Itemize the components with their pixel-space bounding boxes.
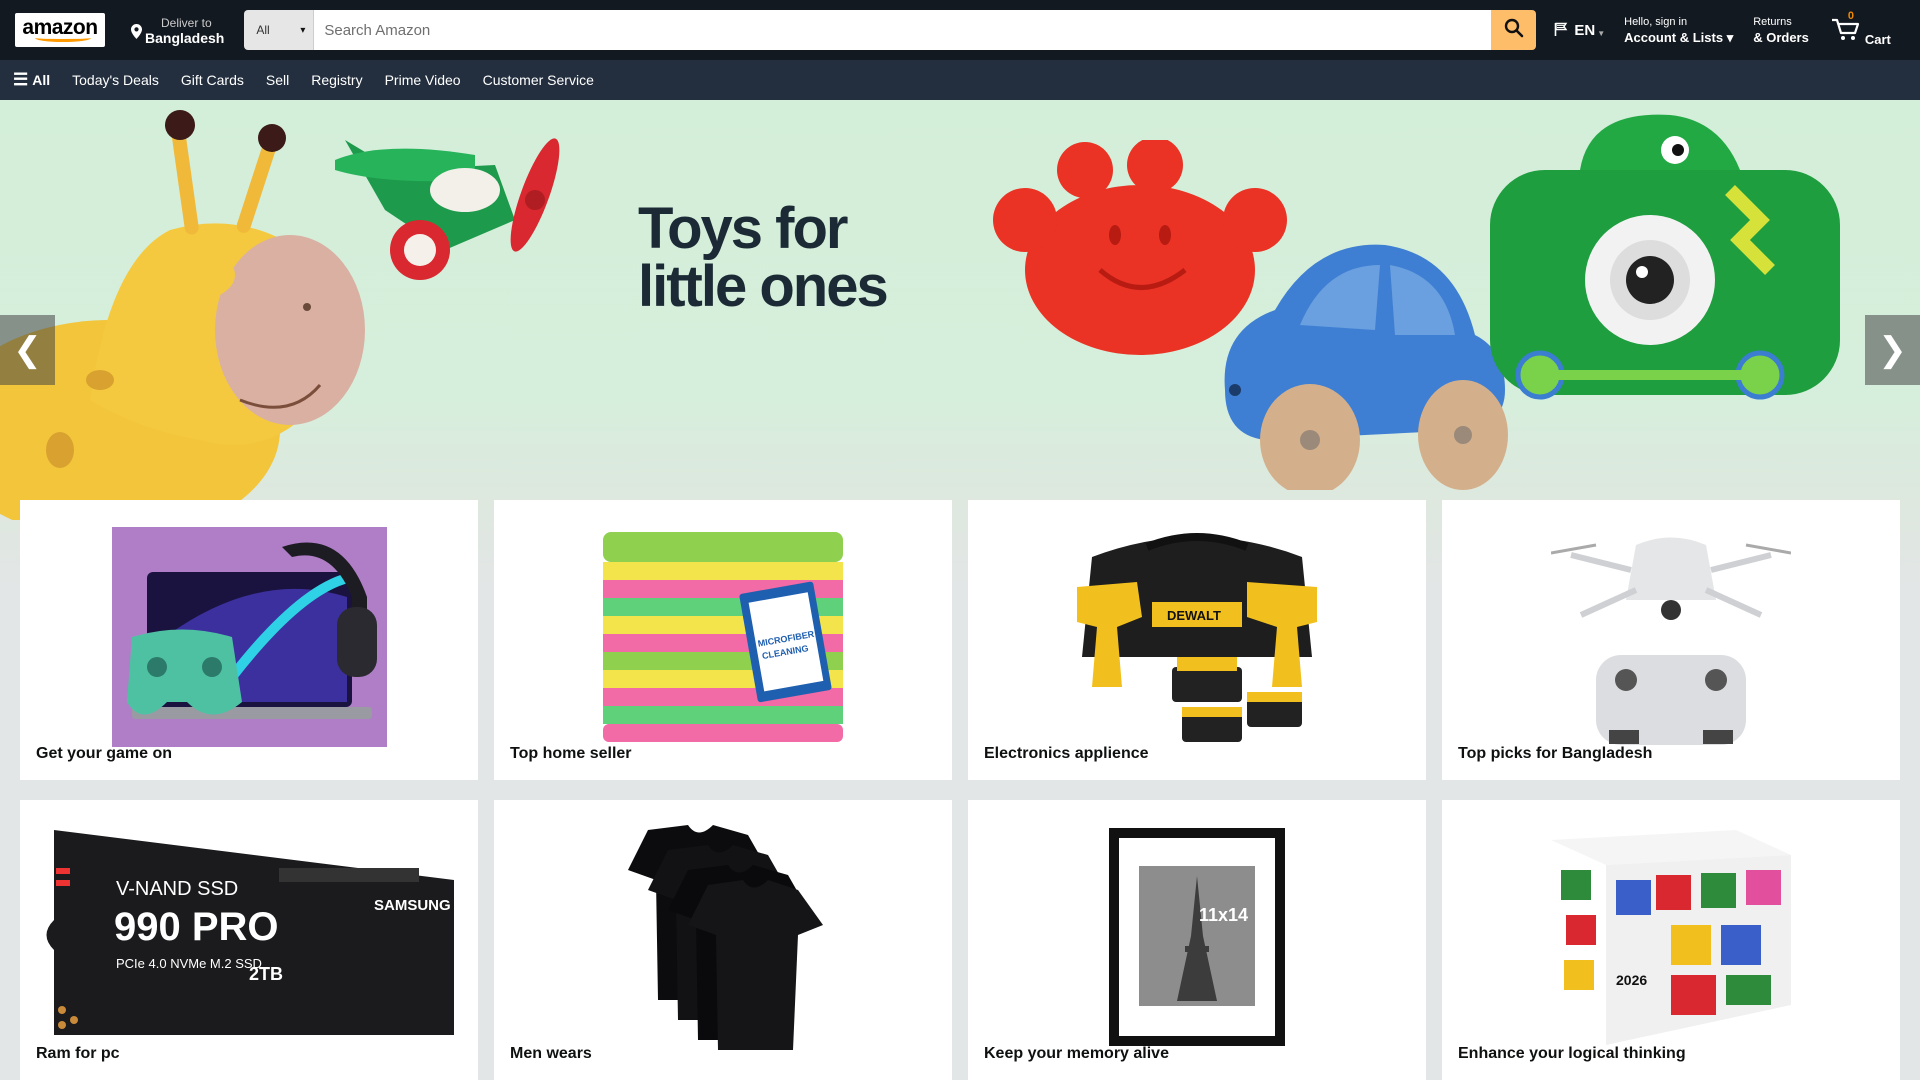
nav-link-prime-video[interactable]: Prime Video	[385, 72, 461, 88]
caret-down-icon: ▼	[1597, 28, 1606, 38]
power-drill-image[interactable]: DEWALT	[968, 527, 1426, 747]
location-pin-icon	[131, 24, 142, 43]
top-header: amazon Deliver to Bangladesh All ▾ EN ▼	[0, 0, 1920, 60]
ssd-image[interactable]: V-NAND SSD 990 PRO PCIe 4.0 NVMe M.2 SSD…	[20, 830, 478, 1040]
cart-label: Cart	[1864, 32, 1891, 47]
orders-label: & Orders	[1753, 29, 1809, 45]
search-category-select[interactable]: All ▾	[244, 10, 315, 50]
sticker-box-image[interactable]: 2026	[1442, 825, 1900, 1050]
flag-icon	[1554, 22, 1568, 39]
dino-camera-toy-image	[1490, 114, 1840, 400]
car-toy-image	[1224, 244, 1508, 490]
card-men-wears[interactable]: Men wears	[494, 800, 952, 1080]
deliver-to-label: Deliver to	[161, 16, 212, 30]
hero-title-line2: little ones	[638, 254, 889, 319]
returns-orders[interactable]: Returns & Orders	[1753, 15, 1809, 46]
hero-title-line1: Toys for	[638, 196, 848, 261]
search-bar: All ▾	[244, 10, 1537, 50]
language-selector[interactable]: EN ▼	[1554, 13, 1605, 47]
tshirts-image[interactable]	[494, 825, 952, 1050]
drone-image[interactable]	[1442, 525, 1900, 750]
amazon-logo[interactable]: amazon	[15, 13, 105, 47]
nav-link-customer-service[interactable]: Customer Service	[483, 72, 594, 88]
frame-size-label: 11x14	[1199, 905, 1248, 925]
ssd-label-model: 990 PRO	[114, 905, 279, 949]
ssd-label-vnand: V-NAND SSD	[116, 878, 238, 900]
card-title[interactable]: Top picks for Bangladesh	[1458, 745, 1652, 763]
search-category-value: All	[256, 23, 270, 37]
cart-button[interactable]: 0 Cart	[1831, 10, 1891, 48]
hamburger-icon: ☰	[13, 70, 29, 89]
carousel-prev-button[interactable]: ❮	[0, 315, 55, 385]
card-enhance-your-logical-thinking[interactable]: 2026 Enhance your logical thinking	[1442, 800, 1900, 1080]
card-top-home-seller[interactable]: MICROFIBER CLEANING Top home seller	[494, 500, 952, 780]
nav-link-gift-cards[interactable]: Gift Cards	[181, 72, 244, 88]
search-input[interactable]	[314, 10, 1492, 50]
card-get-your-game-on[interactable]: Get your game on	[20, 500, 478, 780]
all-menu-button[interactable]: ☰ All	[13, 70, 50, 90]
card-title[interactable]: Top home seller	[510, 745, 632, 763]
card-title[interactable]: Electronics applience	[984, 745, 1149, 763]
airplane-toy-image	[335, 138, 560, 280]
carousel-next-button[interactable]: ❯	[1865, 315, 1920, 385]
ssd-label-spec: PCIe 4.0 NVMe M.2 SSD	[116, 956, 262, 971]
hero-title: Toys for little ones	[638, 196, 889, 319]
account-greeting: Hello, sign in	[1624, 15, 1688, 28]
cart-count: 0	[1847, 10, 1854, 22]
card-electronics-applience[interactable]: DEWALT Electronics applience	[968, 500, 1426, 780]
card-ram-for-pc[interactable]: V-NAND SSD 990 PRO PCIe 4.0 NVMe M.2 SSD…	[20, 800, 478, 1080]
nav-link-registry[interactable]: Registry	[311, 72, 362, 88]
gaming-laptop-image[interactable]	[20, 527, 478, 747]
account-label: Account & Lists ▾	[1624, 29, 1734, 45]
account-lists[interactable]: Hello, sign in Account & Lists ▾	[1624, 15, 1733, 46]
ssd-label-brand: SAMSUNG	[374, 897, 451, 914]
ssd-label-capacity: 2TB	[249, 964, 283, 984]
deliver-to[interactable]: Deliver to Bangladesh	[131, 13, 224, 47]
card-title[interactable]: Men wears	[510, 1045, 592, 1063]
deliver-to-location: Bangladesh	[145, 30, 225, 46]
photo-frame-image[interactable]: 11x14	[968, 826, 1426, 1048]
nav-link-todays-deals[interactable]: Today's Deals	[72, 72, 159, 88]
card-top-picks-for-bangladesh[interactable]: Top picks for Bangladesh	[1442, 500, 1900, 780]
returns-label: Returns	[1753, 15, 1792, 28]
card-keep-your-memory-alive[interactable]: 11x14 Keep your memory alive	[968, 800, 1426, 1080]
svg-text:2026: 2026	[1616, 972, 1647, 988]
card-title[interactable]: Keep your memory alive	[984, 1045, 1169, 1063]
all-menu-label: All	[32, 72, 51, 88]
card-title[interactable]: Get your game on	[36, 745, 172, 763]
language-code: EN	[1574, 21, 1596, 39]
cart-icon	[1831, 17, 1861, 48]
svg-text:DEWALT: DEWALT	[1167, 608, 1221, 623]
card-title[interactable]: Enhance your logical thinking	[1458, 1045, 1686, 1063]
cleaning-cloths-image[interactable]: MICROFIBER CLEANING	[494, 527, 952, 747]
logo-smile-icon	[35, 34, 91, 42]
search-icon	[1504, 18, 1524, 43]
nav-link-sell[interactable]: Sell	[266, 72, 289, 88]
giraffe-toy-image	[0, 110, 365, 520]
card-title[interactable]: Ram for pc	[36, 1045, 120, 1063]
search-button[interactable]	[1491, 10, 1537, 50]
main-nav: ☰ All Today's Deals Gift Cards Sell Regi…	[0, 60, 1920, 100]
chevron-down-icon: ▾	[300, 24, 306, 36]
